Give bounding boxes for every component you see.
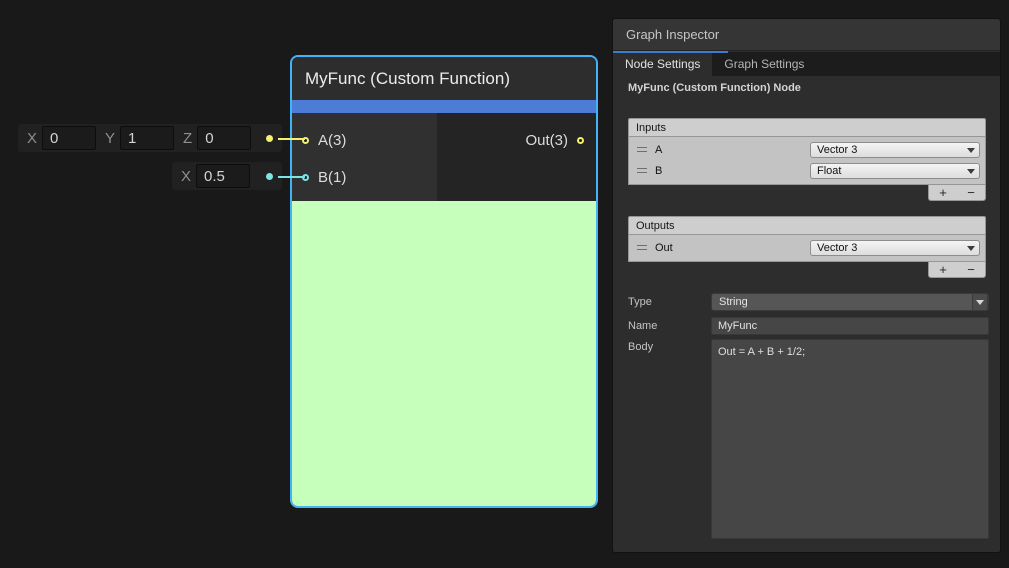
- graph-inspector-panel: Graph Inspector Node Settings Graph Sett…: [612, 18, 1001, 553]
- input-port-b[interactable]: B(1): [292, 159, 437, 196]
- add-input-button[interactable]: +: [929, 185, 957, 200]
- graph-inspector-title: Graph Inspector: [626, 27, 719, 42]
- remove-output-button[interactable]: −: [957, 262, 985, 277]
- input-b-type-value: Float: [817, 165, 841, 177]
- axis-label-z: Z: [183, 130, 192, 147]
- input-name: B: [655, 165, 662, 177]
- node-preview-area: [292, 201, 596, 506]
- remove-input-button[interactable]: −: [957, 185, 985, 200]
- type-value: String: [719, 296, 748, 308]
- wire-float-to-b[interactable]: [278, 176, 305, 178]
- node-settings-heading: MyFunc (Custom Function) Node: [628, 82, 801, 94]
- axis-label-y: Y: [105, 130, 115, 147]
- output-out-type-value: Vector 3: [817, 242, 857, 254]
- axis-label-x: X: [27, 130, 37, 147]
- float-x-field[interactable]: 0.5: [196, 164, 250, 188]
- body-label: Body: [628, 341, 653, 353]
- input-name: A: [655, 144, 662, 156]
- drag-handle-icon[interactable]: [637, 147, 647, 152]
- body-textarea[interactable]: Out = A + B + 1/2;: [711, 339, 989, 539]
- node-title-bar[interactable]: MyFunc (Custom Function): [292, 57, 596, 100]
- inputs-list-header: Inputs: [628, 118, 986, 137]
- input-a-type-value: Vector 3: [817, 144, 857, 156]
- chevron-down-icon: [967, 169, 975, 174]
- vector3-y-field[interactable]: 1: [120, 126, 174, 150]
- axis-label-x: X: [181, 168, 191, 185]
- drag-handle-icon[interactable]: [637, 168, 647, 173]
- graph-inspector-titlebar[interactable]: Graph Inspector: [613, 19, 1000, 51]
- tab-graph-settings[interactable]: Graph Settings: [712, 52, 816, 76]
- inputs-list-body: A Vector 3 B Float: [628, 137, 986, 185]
- output-port-out[interactable]: Out(3): [437, 122, 596, 159]
- outputs-list-footer: + −: [928, 262, 986, 278]
- input-a-type-dropdown[interactable]: Vector 3: [810, 142, 980, 158]
- node-input-ports: A(3) B(1): [292, 113, 437, 201]
- output-name: Out: [655, 242, 673, 254]
- name-row: Name MyFunc: [628, 317, 989, 335]
- chevron-down-icon: [967, 246, 975, 251]
- float-connector-dot-icon: [266, 173, 273, 180]
- chevron-down-icon: [967, 148, 975, 153]
- custom-function-node[interactable]: MyFunc (Custom Function) A(3) B(1) Out(3…: [290, 55, 598, 508]
- wire-vector3-to-a[interactable]: [278, 138, 305, 140]
- port-out-label: Out(3): [525, 132, 568, 149]
- outputs-list: Outputs Out Vector 3 + −: [628, 216, 986, 278]
- inputs-list-footer: + −: [928, 185, 986, 201]
- type-dropdown[interactable]: String: [711, 293, 989, 311]
- tab-node-settings[interactable]: Node Settings: [613, 52, 712, 76]
- list-item[interactable]: B Float: [631, 160, 983, 181]
- active-tab-indicator: [613, 51, 728, 53]
- node-output-ports: Out(3): [437, 113, 596, 201]
- type-label: Type: [628, 296, 711, 308]
- vector3-port-input-widget: X 0 Y 1 Z 0: [18, 124, 282, 152]
- vector3-connector-dot-icon: [266, 135, 273, 142]
- shader-graph-canvas[interactable]: X 0 Y 1 Z 0 X 0.5 MyFunc (Custom Functio…: [0, 0, 1009, 568]
- inspector-tab-bar: Node Settings Graph Settings: [613, 52, 1000, 76]
- input-b-type-dropdown[interactable]: Float: [810, 163, 980, 179]
- outputs-list-header: Outputs: [628, 216, 986, 235]
- type-row: Type String: [628, 293, 989, 311]
- port-out-circle-icon[interactable]: [577, 137, 584, 144]
- float-port-input-widget: X 0.5: [172, 162, 282, 190]
- inputs-list: Inputs A Vector 3 B Float: [628, 118, 986, 201]
- chevron-down-icon: [976, 300, 984, 305]
- vector3-x-field[interactable]: 0: [42, 126, 96, 150]
- node-title: MyFunc (Custom Function): [305, 69, 510, 89]
- add-output-button[interactable]: +: [929, 262, 957, 277]
- name-label: Name: [628, 320, 711, 332]
- vector3-z-field[interactable]: 0: [197, 126, 251, 150]
- drag-handle-icon[interactable]: [637, 245, 647, 250]
- list-item[interactable]: Out Vector 3: [631, 237, 983, 258]
- port-a-label: A(3): [318, 132, 346, 149]
- list-item[interactable]: A Vector 3: [631, 139, 983, 160]
- node-ports-section: A(3) B(1) Out(3): [292, 113, 596, 201]
- node-accent-bar: [292, 100, 596, 113]
- input-port-a[interactable]: A(3): [292, 122, 437, 159]
- outputs-list-body: Out Vector 3: [628, 235, 986, 262]
- output-out-type-dropdown[interactable]: Vector 3: [810, 240, 980, 256]
- name-field[interactable]: MyFunc: [711, 317, 989, 335]
- port-b-label: B(1): [318, 169, 346, 186]
- dropdown-button[interactable]: [972, 293, 988, 311]
